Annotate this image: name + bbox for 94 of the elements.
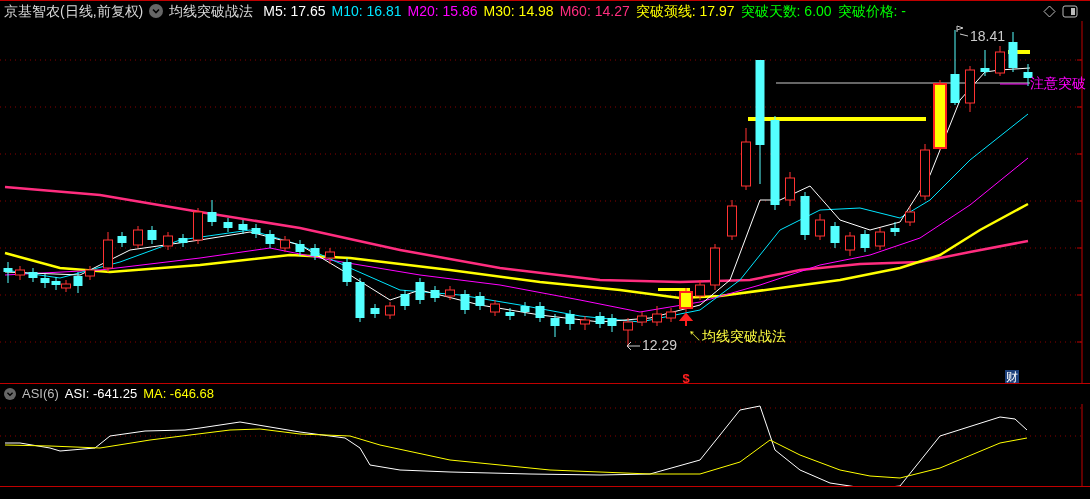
candlestick	[460, 289, 470, 315]
candlestick	[965, 65, 975, 113]
arrow-icon	[626, 341, 641, 351]
up-arrow-icon	[680, 312, 692, 327]
candlestick	[238, 219, 248, 235]
candlestick	[295, 239, 305, 257]
panel-toggle-icon[interactable]	[1062, 4, 1078, 18]
candlestick	[890, 221, 900, 237]
candlestick	[535, 301, 545, 323]
candlestick	[505, 307, 515, 321]
finance-marker[interactable]: 财	[1005, 370, 1019, 383]
candlestick	[3, 261, 13, 284]
candlestick	[595, 311, 605, 329]
candlestick	[710, 243, 720, 291]
candlestick	[251, 223, 261, 239]
candlestick	[830, 221, 840, 249]
candlestick	[565, 309, 575, 331]
candlestick	[815, 213, 825, 241]
candlestick	[875, 227, 885, 251]
candlestick	[117, 231, 127, 248]
candlestick	[550, 313, 560, 338]
indicator-name[interactable]: 均线突破战法	[169, 0, 254, 22]
candlestick	[178, 233, 188, 248]
candlestick	[785, 171, 795, 207]
candlestick	[905, 205, 915, 227]
candlestick	[1008, 31, 1018, 73]
candlestick	[995, 45, 1005, 77]
candlestick	[207, 199, 217, 227]
candlestick	[28, 267, 38, 283]
indicator-value: M20: 15.86	[407, 1, 478, 21]
candlestick	[61, 279, 71, 293]
candlestick	[385, 301, 395, 320]
candlestick	[666, 307, 676, 323]
alert-label: 注意突破	[1030, 75, 1086, 91]
candlestick	[265, 229, 275, 249]
indicator-value: 突破颈线: 17.97	[635, 1, 735, 21]
flag-arrow-icon	[956, 25, 969, 37]
indicator-value: MA: -646.68	[143, 385, 214, 404]
candlestick	[40, 273, 50, 289]
stock-title: 京基智农(日线,前复权)	[4, 1, 144, 21]
indicator-value: M10: 16.81	[331, 1, 402, 21]
candlestick	[85, 265, 95, 281]
candlestick	[147, 225, 157, 245]
candlestick	[355, 277, 365, 323]
candlestick	[741, 127, 751, 191]
chevron-down-icon[interactable]	[4, 388, 16, 400]
indicator-value: 突破天数: 6.00	[740, 1, 832, 21]
candlestick	[370, 303, 380, 319]
low-price-label: 12.29	[642, 337, 678, 353]
candlestick	[193, 207, 203, 245]
candlestick	[475, 291, 485, 311]
indicator-value: M60: 14.27	[559, 1, 630, 21]
candlestick	[103, 231, 113, 273]
candlestick	[223, 217, 233, 233]
candlestick	[280, 235, 290, 253]
candlestick	[920, 143, 930, 201]
breakout-level-bar	[658, 288, 690, 291]
candlestick	[445, 285, 455, 301]
indicator-value: M30: 14.98	[483, 1, 554, 21]
candlestick	[580, 315, 590, 331]
indicator-name[interactable]: ASI(6)	[22, 384, 59, 404]
candlestick	[51, 276, 61, 291]
candlestick	[679, 287, 693, 313]
candlestick	[310, 243, 320, 261]
indicator-value: M5: 17.65	[263, 1, 326, 21]
candlestick	[933, 79, 947, 151]
chevron-down-icon[interactable]	[149, 4, 164, 18]
candlestick	[325, 247, 335, 265]
candlestick	[163, 231, 173, 251]
diamond-icon[interactable]	[1043, 4, 1056, 18]
candlestick	[860, 229, 870, 253]
indicator-value: 突破价格: -	[837, 1, 907, 21]
indicator-value: ASI: -641.25	[64, 385, 138, 404]
candlestick	[623, 317, 633, 348]
candlestick	[133, 225, 143, 249]
high-price-label: 18.41	[970, 28, 1006, 44]
candlestick	[695, 279, 705, 301]
candlestick	[73, 271, 83, 294]
candlestick	[800, 191, 810, 241]
candlestick	[652, 305, 662, 327]
candlestick	[415, 277, 425, 305]
candlestick	[15, 265, 25, 281]
candlestick	[520, 301, 530, 317]
candlestick	[490, 299, 500, 317]
leader-line	[999, 83, 1029, 85]
candlestick	[980, 49, 990, 77]
candlestick	[400, 289, 410, 311]
candlestick	[607, 313, 617, 333]
candlestick	[727, 199, 737, 241]
candlestick	[637, 311, 647, 327]
signal-label: ↖均线突破战法	[688, 328, 786, 344]
candlestick	[845, 231, 855, 257]
candlestick	[342, 257, 352, 287]
candlestick	[430, 285, 440, 303]
